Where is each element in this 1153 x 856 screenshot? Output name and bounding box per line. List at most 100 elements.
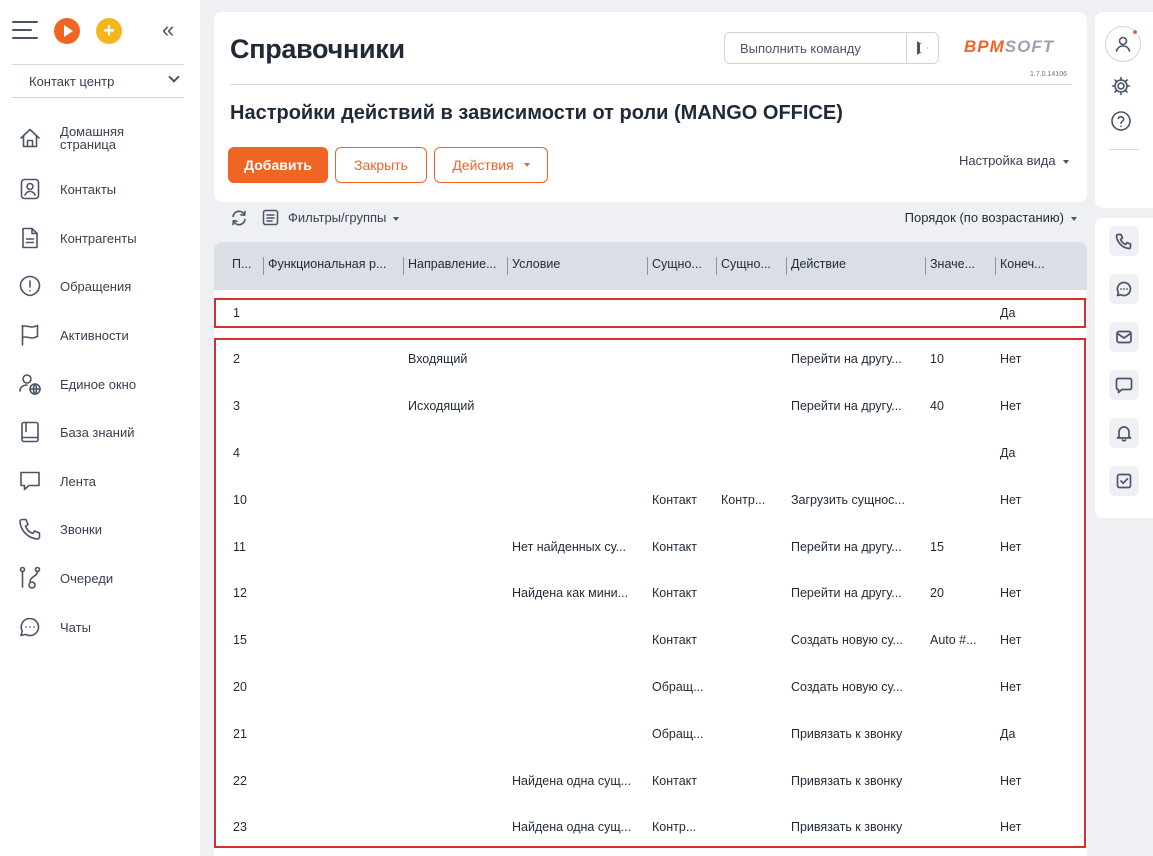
table-row[interactable]: 15 Контакт Создать новую су... Auto #... Нет [214,617,1087,663]
table-row[interactable]: 10 Контакт Контр... Загрузить сущнос... Нет [214,477,1087,523]
close-button[interactable]: Закрыть [335,147,427,183]
sidebar-item-7[interactable]: База знаний [16,412,196,452]
sidebar-item-8[interactable]: Лента [16,461,196,501]
table-row[interactable]: 1 Да [214,290,1087,336]
flag-icon [16,321,44,349]
column-header-6[interactable]: Сущно... [716,257,776,275]
bell-icon[interactable] [1109,418,1139,448]
filters-groups-menu[interactable]: Фильтры/группы [288,210,400,225]
command-input[interactable] [725,34,895,62]
table-cell: Исходящий [408,399,475,413]
table-cell: Контакт [652,633,698,647]
play-icon[interactable] [54,18,80,44]
sidebar-item-4[interactable]: Обращения [16,266,196,306]
table-cell: Найдена одна сущ... [512,820,632,834]
table-cell: Да [1000,446,1016,460]
table-cell: Нет [1000,540,1022,554]
table-row[interactable]: 3 Исходящий Перейти на другу... 40 Нет [214,383,1087,429]
sidebar-item-10[interactable]: Очереди [16,558,196,598]
table-cell: Найдена одна сущ... [512,774,632,788]
add-button[interactable]: Добавить [228,147,328,183]
table-row[interactable]: 22 Найдена одна сущ... Контакт Привязать к … [214,758,1087,804]
column-header-5[interactable]: Сущно... [647,257,707,275]
table-row[interactable]: 23 Найдена одна сущ... Контр... Привязать к… [214,804,1087,850]
table-row[interactable]: 21 Обращ... Привязать к звонку Да [214,711,1087,757]
user-globe-icon [16,370,44,398]
divider [230,84,1072,85]
sidebar-item-label: Чаты [60,619,91,635]
column-header-9[interactable]: Конеч... [995,257,1065,275]
sidebar-item-3[interactable]: Контрагенты [16,218,196,258]
table-cell: Да [1000,306,1016,320]
sort-order-menu[interactable]: Порядок (по возрастанию) [905,210,1077,225]
table-cell: 12 [233,586,247,600]
table-cell: 10 [930,352,944,366]
column-header-4[interactable]: Условие [507,257,637,275]
help-icon[interactable] [1110,110,1136,136]
sidebar-item-2[interactable]: Контакты [16,169,196,209]
grid-header: П... Функциональная р... Направление... Усл… [214,242,1087,290]
column-header-2[interactable]: Функциональная р... [263,257,393,275]
table-cell: Нет [1000,820,1022,834]
table-cell: Нет [1000,493,1022,507]
table-row[interactable]: 20 Обращ... Создать новую су... Нет [214,664,1087,710]
collapse-sidebar-icon[interactable]: « [162,18,174,42]
message-icon[interactable] [1109,370,1139,400]
table-cell: Контакт [652,774,698,788]
sidebar-item-label: Домашняя страница [60,124,125,152]
plus-icon[interactable]: + [96,18,122,44]
book-icon [16,418,44,446]
sidebar-item-label: Единое окно [60,376,137,392]
refresh-icon[interactable] [230,209,248,227]
home-icon [16,124,44,152]
profile-avatar[interactable] [1105,26,1141,62]
table-cell: Привязать к звонку [791,727,903,741]
run-command-icon[interactable] [906,33,938,63]
sidebar-item-5[interactable]: Активности [16,315,196,355]
sidebar-item-label: Контакты [60,181,117,197]
sidebar-item-9[interactable]: Звонки [16,509,196,549]
header-card: Справочники BPMSOFT 1.7.0.14106 Настройк… [214,12,1087,202]
workplace-select[interactable]: Контакт центр [12,64,184,98]
task-icon[interactable] [1109,466,1139,496]
table-cell: 21 [233,727,247,741]
divider [1109,149,1139,150]
page-title: Справочники [230,34,405,64]
table-row[interactable]: 2 Входящий Перейти на другу... 10 Нет [214,336,1087,382]
view-settings-menu[interactable]: Настройка вида [959,153,1069,168]
chat-icon[interactable] [1109,274,1139,304]
table-cell: Auto #... [930,633,977,647]
table-cell: Нет [1000,586,1022,600]
column-header-7[interactable]: Действие [786,257,916,275]
table-cell: Нет [1000,774,1022,788]
table-cell: Перейти на другу... [791,352,902,366]
table-cell: Привязать к звонку [791,774,903,788]
table-row[interactable]: 11 Нет найденных су... Контакт Перейти на д… [214,524,1087,570]
gear-icon[interactable] [1110,75,1136,101]
column-header-1[interactable]: П... [232,257,258,275]
logo-soft: SOFT [1004,37,1055,56]
email-icon[interactable] [1109,322,1139,352]
table-cell: Контакт [652,493,698,507]
section-title: Настройки действий в зависимости от роли… [230,102,843,124]
sidebar-item-6[interactable]: Единое окно [16,364,196,404]
sidebar-item-label: Контрагенты [60,230,137,246]
phone-icon[interactable] [1109,226,1139,256]
table-cell: 20 [233,680,247,694]
column-header-3[interactable]: Направление... [403,257,498,275]
sidebar-item-1[interactable]: Домашняя страница [16,118,196,158]
table-row[interactable]: 4 Да [214,430,1087,476]
communication-panel [1095,218,1153,518]
column-header-8[interactable]: Значе... [925,257,985,275]
table-cell: 1 [233,306,240,320]
table-cell: Контр... [721,493,766,507]
menu-icon[interactable] [12,21,38,41]
queue-icon [16,564,44,592]
actions-button[interactable]: Действия [434,147,548,183]
filter-icon[interactable] [262,209,279,226]
table-cell: Создать новую су... [791,633,903,647]
sidebar-item-11[interactable]: Чаты [16,607,196,647]
table-cell: Входящий [408,352,468,366]
table-row[interactable]: 12 Найдена как мини... Контакт Перейти на д… [214,570,1087,616]
table-cell: Контр... [652,820,697,834]
